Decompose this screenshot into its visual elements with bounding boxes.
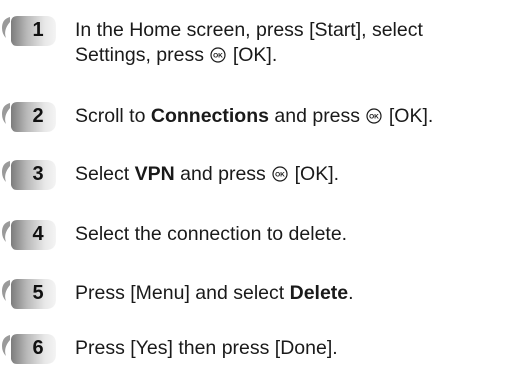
step-text: Select the connection to delete. bbox=[75, 222, 347, 247]
step-text: Scroll to Connections and press OK [OK]. bbox=[75, 104, 433, 129]
step-number: 1 bbox=[32, 19, 44, 41]
step-text: Press [Menu] and select Delete. bbox=[75, 281, 354, 306]
step-number-badge: 2 bbox=[0, 100, 62, 134]
step-text-suffix: [OK]. bbox=[294, 163, 340, 185]
ok-key-icon: OK bbox=[272, 166, 288, 182]
step-text-bold: Connections bbox=[150, 105, 269, 127]
step-text-part: Press [Yes] then press [Done]. bbox=[75, 337, 338, 359]
svg-text:OK: OK bbox=[214, 53, 224, 60]
step-text-bold: Delete bbox=[289, 282, 349, 304]
svg-text:OK: OK bbox=[370, 114, 380, 121]
step-text: Select VPN and press OK [OK]. bbox=[75, 162, 339, 187]
step-text: In the Home screen, press [Start], selec… bbox=[75, 18, 423, 68]
step-number: 4 bbox=[32, 223, 44, 245]
step-text-line: In the Home screen, press [Start], selec… bbox=[75, 19, 423, 41]
step-text: Press [Yes] then press [Done]. bbox=[75, 336, 338, 361]
instruction-steps: 1 In the Home screen, press [Start], sel… bbox=[0, 0, 519, 365]
step-text-bold: VPN bbox=[134, 163, 175, 185]
step-number: 5 bbox=[32, 282, 44, 304]
step-text-part: and press bbox=[180, 163, 266, 185]
step-number: 2 bbox=[32, 105, 44, 127]
step-text-suffix: [OK]. bbox=[232, 44, 278, 66]
step-number-badge: 3 bbox=[0, 158, 62, 192]
step-text-part: Select bbox=[75, 163, 130, 185]
step-text-part: Select the connection to delete. bbox=[75, 223, 348, 245]
svg-text:OK: OK bbox=[275, 172, 285, 179]
step-text-line: Settings, press bbox=[75, 44, 204, 66]
step-text-part: Press [Menu] and select bbox=[75, 282, 285, 304]
step-number-badge: 5 bbox=[0, 277, 62, 311]
step-number-badge: 6 bbox=[0, 332, 62, 366]
step-number: 3 bbox=[32, 163, 44, 185]
step-text-part: Scroll to bbox=[75, 105, 146, 127]
step-text-part: and press bbox=[274, 105, 361, 127]
step-number-badge: 1 bbox=[0, 14, 62, 48]
step-number: 6 bbox=[32, 337, 44, 359]
step-number-badge: 4 bbox=[0, 218, 62, 252]
ok-key-icon: OK bbox=[210, 47, 227, 63]
step-text-suffix: . bbox=[348, 282, 354, 304]
step-text-suffix: [OK]. bbox=[388, 105, 434, 127]
ok-key-icon: OK bbox=[366, 108, 383, 124]
